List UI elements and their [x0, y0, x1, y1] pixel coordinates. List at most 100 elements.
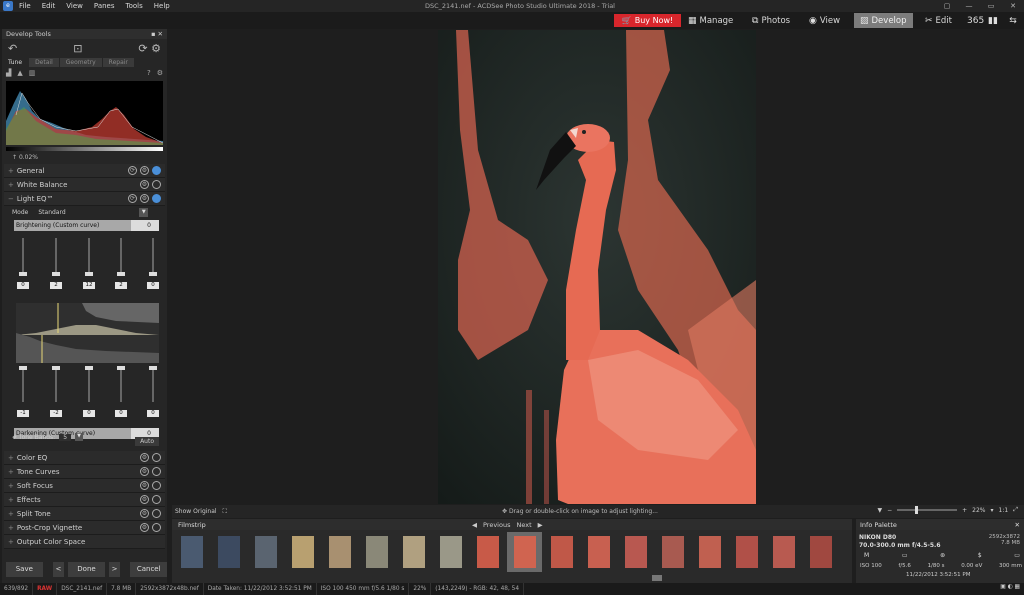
filmstrip-previous[interactable]: Previous [483, 521, 510, 529]
zoom-preset-icon[interactable]: ▾ [991, 507, 994, 514]
gear-icon[interactable]: ⚙ [157, 69, 163, 77]
thumbnail[interactable] [322, 532, 357, 572]
menu-help[interactable]: Help [154, 2, 170, 10]
histogram-icon[interactable]: ▟ [6, 69, 11, 77]
thumbnail[interactable] [174, 532, 209, 572]
toggle-off-icon[interactable] [152, 453, 161, 462]
show-original-button[interactable]: Show Original [172, 508, 220, 515]
brighten-band-value-4[interactable]: 2 [115, 282, 127, 289]
dashboard-icon[interactable]: ▮▮ [986, 14, 1000, 28]
flamingo-photo[interactable] [438, 30, 756, 504]
toggle-off-icon[interactable] [152, 467, 161, 476]
light-eq-graph[interactable] [16, 303, 159, 363]
mode-select[interactable]: Standard ▼ [34, 208, 134, 217]
close-icon[interactable]: ✕ [1015, 521, 1020, 529]
thumbnail[interactable] [766, 532, 801, 572]
thumbnail[interactable] [803, 532, 838, 572]
close-button[interactable]: ✕ [1002, 0, 1024, 12]
manage-mode-button[interactable]: ▦ Manage [688, 13, 733, 28]
restore-layout-icon[interactable]: ▢ [936, 0, 958, 12]
menu-tools[interactable]: Tools [126, 2, 143, 10]
zoom-out-icon[interactable]: − [887, 507, 892, 514]
section-white-balance[interactable]: +White Balance ⚙ [4, 178, 165, 192]
actual-size-button[interactable]: 1:1 [999, 507, 1009, 514]
toggle-on-icon[interactable] [152, 166, 161, 175]
fullscreen-icon[interactable]: ⛶ [220, 508, 230, 516]
next-image-button[interactable]: > [109, 562, 121, 577]
warning-icon[interactable]: ▲ [17, 69, 22, 77]
darken-band-value-5[interactable]: 0 [147, 410, 159, 417]
thumbnail[interactable] [544, 532, 579, 572]
acdsee-365-icon[interactable]: 365 [967, 14, 981, 28]
reset-icon[interactable]: ⟳ [128, 194, 137, 203]
tab-repair[interactable]: Repair [103, 58, 134, 67]
tab-detail[interactable]: Detail [29, 58, 59, 67]
minimize-button[interactable]: — [958, 0, 980, 12]
gear-icon[interactable]: ⚙ [140, 467, 149, 476]
photos-mode-button[interactable]: ⧉ Photos [752, 13, 790, 28]
brighten-band-value-3[interactable]: 12 [83, 282, 95, 289]
filmstrip-next[interactable]: Next [516, 521, 531, 529]
menu-view[interactable]: View [66, 2, 83, 10]
view-mode-button[interactable]: ◉ View [809, 13, 840, 28]
toggle-off-icon[interactable] [152, 481, 161, 490]
thumbnail[interactable] [692, 532, 727, 572]
darken-band-value-2[interactable]: -2 [50, 410, 62, 417]
section-tone-curves[interactable]: +Tone Curves ⚙ [4, 465, 165, 479]
toggle-off-icon[interactable] [152, 509, 161, 518]
zoom-slider[interactable] [897, 509, 957, 511]
status-icons[interactable]: ▣ ◐ ▦ [1000, 584, 1020, 590]
filmstrip-scrollbar[interactable] [652, 575, 662, 581]
menu-edit[interactable]: Edit [42, 2, 56, 10]
toggle-off-icon[interactable] [152, 495, 161, 504]
done-button[interactable]: Done [68, 562, 105, 577]
channel-icon[interactable]: ▥ [29, 69, 36, 77]
sync-icon[interactable]: ⇆ [1006, 14, 1020, 28]
thumbnail[interactable] [470, 532, 505, 572]
chevron-down-icon[interactable]: ▼ [75, 433, 83, 441]
help-icon[interactable]: ? [147, 69, 151, 77]
brightening-value[interactable]: 0 [131, 220, 159, 231]
menu-file[interactable]: File [19, 2, 31, 10]
tab-geometry[interactable]: Geometry [60, 58, 102, 67]
chevron-left-icon[interactable]: ◀ [472, 521, 477, 529]
darken-band-value-4[interactable]: 0 [115, 410, 127, 417]
brightening-curve-slider[interactable]: Brightening (Custom curve) 0 [14, 220, 159, 231]
save-button[interactable]: Save [6, 562, 43, 577]
section-output-color-space[interactable]: +Output Color Space [4, 535, 165, 549]
menu-panes[interactable]: Panes [94, 2, 115, 10]
zoom-menu-icon[interactable]: ▼ [877, 507, 882, 514]
toggle-off-icon[interactable] [152, 180, 161, 189]
thumbnail[interactable] [729, 532, 764, 572]
section-post-crop-vignette[interactable]: +Post-Crop Vignette ⚙ [4, 521, 165, 535]
gear-icon[interactable]: ⚙ [140, 509, 149, 518]
brighten-band-value-1[interactable]: 0 [17, 282, 29, 289]
toggle-off-icon[interactable] [152, 523, 161, 532]
edit-mode-button[interactable]: ✂ Edit [925, 13, 952, 28]
thumbnail[interactable] [211, 532, 246, 572]
brighten-band-value-2[interactable]: 2 [50, 282, 62, 289]
gear-icon[interactable]: ⚙ [140, 453, 149, 462]
reset-gear-icons[interactable]: ⟳ ⚙ [138, 42, 161, 55]
reset-icon[interactable]: ⟳ [128, 166, 137, 175]
thumbnail[interactable] [396, 532, 431, 572]
section-split-tone[interactable]: +Split Tone ⚙ [4, 507, 165, 521]
auto-button[interactable]: Auto [135, 437, 159, 446]
gear-icon[interactable]: ⚙ [140, 481, 149, 490]
section-color-eq[interactable]: +Color EQ ⚙ [4, 451, 165, 465]
chevron-down-icon[interactable]: ▼ [139, 208, 148, 217]
darken-band-value-1[interactable]: -1 [17, 410, 29, 417]
section-light-eq[interactable]: −Light EQ™ ⟳⚙ [4, 192, 165, 206]
toggle-on-icon[interactable] [152, 194, 161, 203]
cancel-button[interactable]: Cancel [130, 562, 167, 577]
undo-icon[interactable]: ↶ [8, 42, 17, 55]
thumbnail-selected[interactable] [507, 532, 542, 572]
tab-tune[interactable]: Tune [2, 58, 28, 67]
section-effects[interactable]: +Effects ⚙ [4, 493, 165, 507]
chevron-right-icon[interactable]: ▶ [538, 521, 543, 529]
thumbnail[interactable] [248, 532, 283, 572]
buy-now-button[interactable]: 🛒 Buy Now! [614, 14, 681, 27]
thumbnail[interactable] [359, 532, 394, 572]
thumbnail[interactable] [581, 532, 616, 572]
thumbnail[interactable] [285, 532, 320, 572]
